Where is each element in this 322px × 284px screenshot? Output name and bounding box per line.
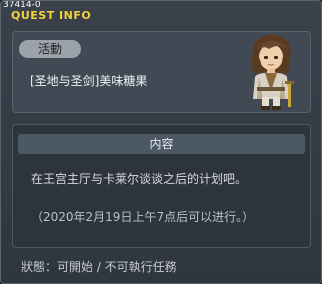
quest-content-panel: 内容 在王宫主厅与卡莱尔谈谈之后的计划吧。 （2020年2月19日上午7点后可以…	[12, 124, 311, 248]
content-section-header: 内容	[18, 134, 305, 154]
quest-status: 狀態：可開始 / 不可執行任務	[21, 260, 177, 274]
quest-summary-panel: 活動 [圣地与圣剑]美味糖果	[12, 31, 311, 113]
quest-description: 在王宫主厅与卡莱尔谈谈之后的计划吧。	[31, 172, 248, 186]
quest-time-note: （2020年2月19日上午7点后可以进行。）	[31, 210, 255, 224]
npc-portrait-icon	[251, 34, 294, 110]
quest-info-window: 37414-0 QUEST INFO 活動 [圣地与圣剑]美味糖果 内容 在王宫…	[0, 0, 322, 284]
title-bar[interactable]: 37414-0 QUEST INFO	[1, 1, 321, 23]
category-badge: 活動	[19, 40, 81, 58]
window-title: QUEST INFO	[11, 9, 92, 22]
quest-name: [圣地与圣剑]美味糖果	[30, 74, 148, 88]
